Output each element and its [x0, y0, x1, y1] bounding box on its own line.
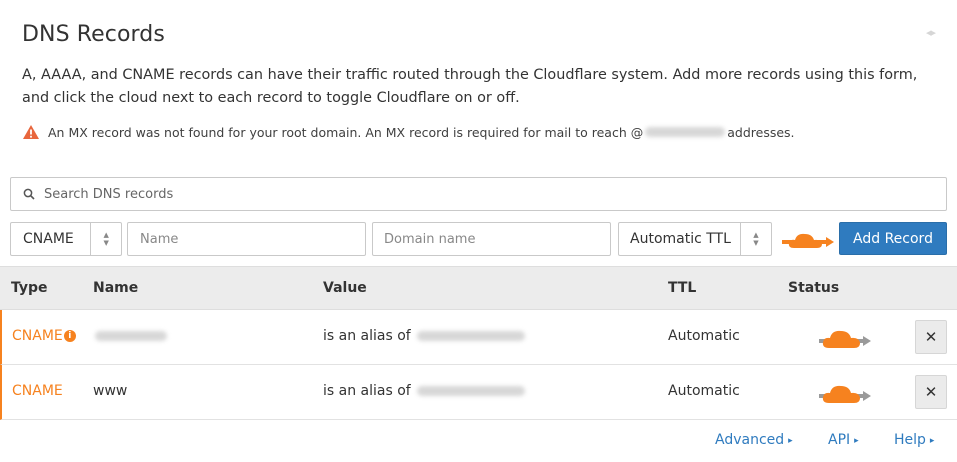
api-link[interactable]: API ▸	[828, 432, 859, 448]
warning-icon	[23, 125, 39, 139]
header-value: Value	[323, 280, 367, 296]
search-icon	[23, 188, 35, 200]
table-row: CNAME i is an alias of Automatic ✕	[0, 310, 957, 365]
ttl-value: Automatic TTL	[630, 231, 731, 247]
table-header: Type Name Value TTL Status	[0, 266, 957, 310]
mx-warning: An MX record was not found for your root…	[22, 124, 795, 140]
page-description: A, AAAA, and CNAME records can have thei…	[22, 67, 918, 106]
record-name[interactable]: www	[93, 383, 127, 399]
record-value[interactable]: is an alias of	[323, 328, 527, 344]
delete-button[interactable]: ✕	[915, 375, 947, 409]
api-link-label: API	[828, 432, 851, 448]
ttl-select[interactable]: Automatic TTL ▲ ▼	[618, 222, 772, 256]
add-record-button[interactable]: Add Record	[839, 222, 947, 255]
header-name: Name	[93, 280, 139, 296]
name-input[interactable]: Name	[127, 222, 366, 256]
record-type-label: CNAME	[12, 383, 63, 399]
header-status: Status	[788, 280, 840, 296]
search-placeholder: Search DNS records	[44, 186, 174, 202]
help-link-label: Help	[894, 432, 926, 448]
record-value-text: is an alias of	[323, 328, 416, 344]
warning-text: An MX record was not found for your root…	[48, 124, 644, 140]
record-value-text: is an alias of	[323, 383, 416, 399]
redacted-value	[417, 386, 526, 396]
select-arrows-icon: ▲ ▼	[740, 223, 771, 255]
caret-right-icon: ▸	[854, 436, 859, 446]
delete-button[interactable]: ✕	[915, 320, 947, 354]
collapse-icon[interactable]: ◂▸	[926, 26, 936, 39]
advanced-link[interactable]: Advanced ▸	[715, 432, 793, 448]
caret-right-icon: ▸	[788, 436, 793, 446]
redacted-domain	[645, 127, 726, 137]
record-name[interactable]	[93, 328, 169, 344]
help-link[interactable]: Help ▸	[894, 432, 934, 448]
table-row: CNAME www is an alias of Automatic ✕	[0, 365, 957, 420]
cloud-toggle-icon[interactable]	[782, 229, 834, 251]
record-type-select[interactable]: CNAME ▲ ▼	[10, 222, 122, 256]
proxied-cloud-icon[interactable]	[817, 326, 871, 350]
record-type[interactable]: CNAME i	[12, 328, 76, 344]
redacted-value	[417, 331, 526, 341]
header-type: Type	[11, 280, 48, 296]
record-value[interactable]: is an alias of	[323, 383, 527, 399]
proxied-cloud-icon[interactable]	[817, 381, 871, 405]
advanced-link-label: Advanced	[715, 432, 785, 448]
page-title: DNS Records	[22, 22, 165, 47]
record-type-value: CNAME	[23, 231, 74, 247]
header-ttl: TTL	[668, 280, 697, 296]
search-input[interactable]: Search DNS records	[10, 177, 947, 211]
record-type[interactable]: CNAME	[12, 383, 63, 399]
select-arrows-icon: ▲ ▼	[90, 223, 121, 255]
caret-right-icon: ▸	[929, 436, 935, 446]
record-type-label: CNAME	[12, 328, 63, 344]
warning-text-end: addresses.	[727, 124, 795, 140]
record-ttl[interactable]: Automatic	[668, 383, 740, 399]
domain-name-input[interactable]: Domain name	[372, 222, 611, 256]
info-icon[interactable]: i	[63, 330, 76, 342]
record-ttl[interactable]: Automatic	[668, 328, 740, 344]
redacted-name	[95, 331, 167, 341]
